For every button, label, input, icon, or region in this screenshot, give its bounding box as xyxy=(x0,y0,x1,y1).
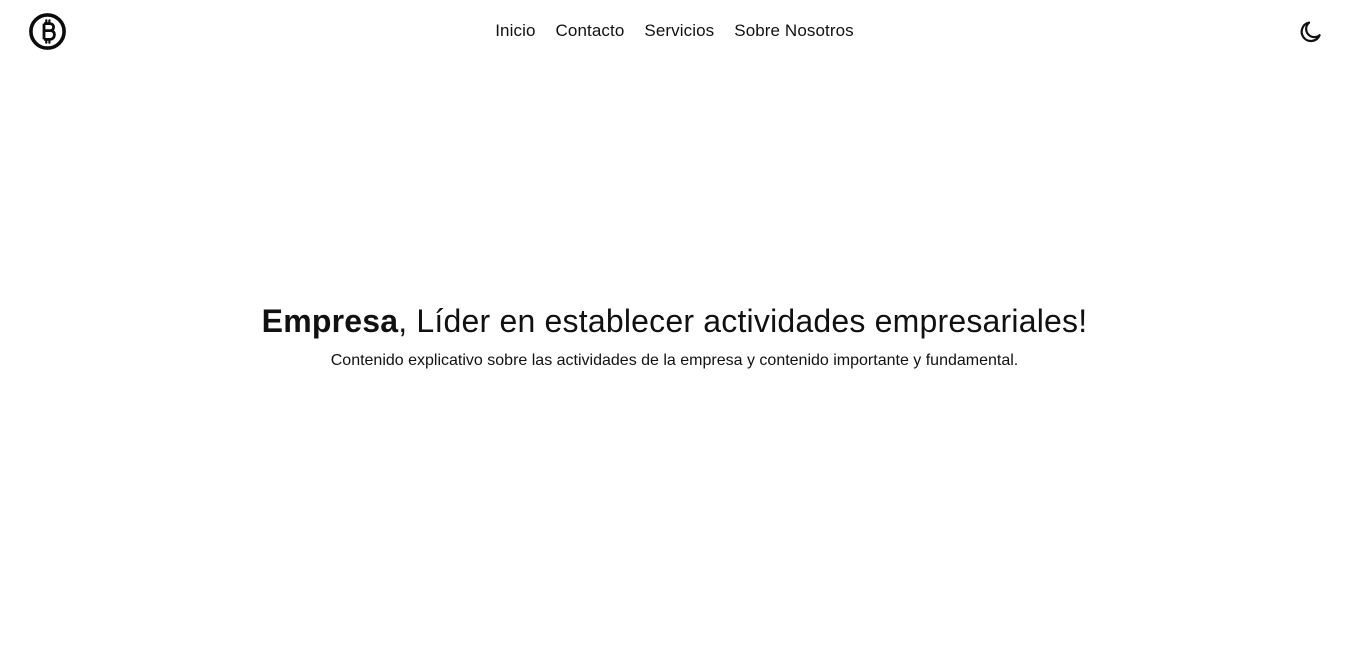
nav-link-contacto[interactable]: Contacto xyxy=(556,21,625,41)
hero-title-brand: Empresa xyxy=(261,303,399,339)
hero-title: Empresa, Líder en establecer actividades… xyxy=(0,301,1349,341)
nav-link-servicios[interactable]: Servicios xyxy=(644,21,714,41)
main-nav: Inicio Contacto Servicios Sobre Nosotros xyxy=(0,21,1349,41)
nav-link-inicio[interactable]: Inicio xyxy=(495,21,535,41)
header: Inicio Contacto Servicios Sobre Nosotros xyxy=(0,0,1349,62)
page: Inicio Contacto Servicios Sobre Nosotros… xyxy=(0,0,1349,668)
hero-title-tagline: , Líder en establecer actividades empres… xyxy=(398,303,1088,339)
nav-link-sobre-nosotros[interactable]: Sobre Nosotros xyxy=(734,21,854,41)
hero-description: Contenido explicativo sobre las activida… xyxy=(330,352,1019,369)
moon-icon xyxy=(1300,21,1321,43)
hero-section: Empresa, Líder en establecer actividades… xyxy=(0,301,1349,371)
theme-toggle-button[interactable] xyxy=(1297,18,1325,46)
